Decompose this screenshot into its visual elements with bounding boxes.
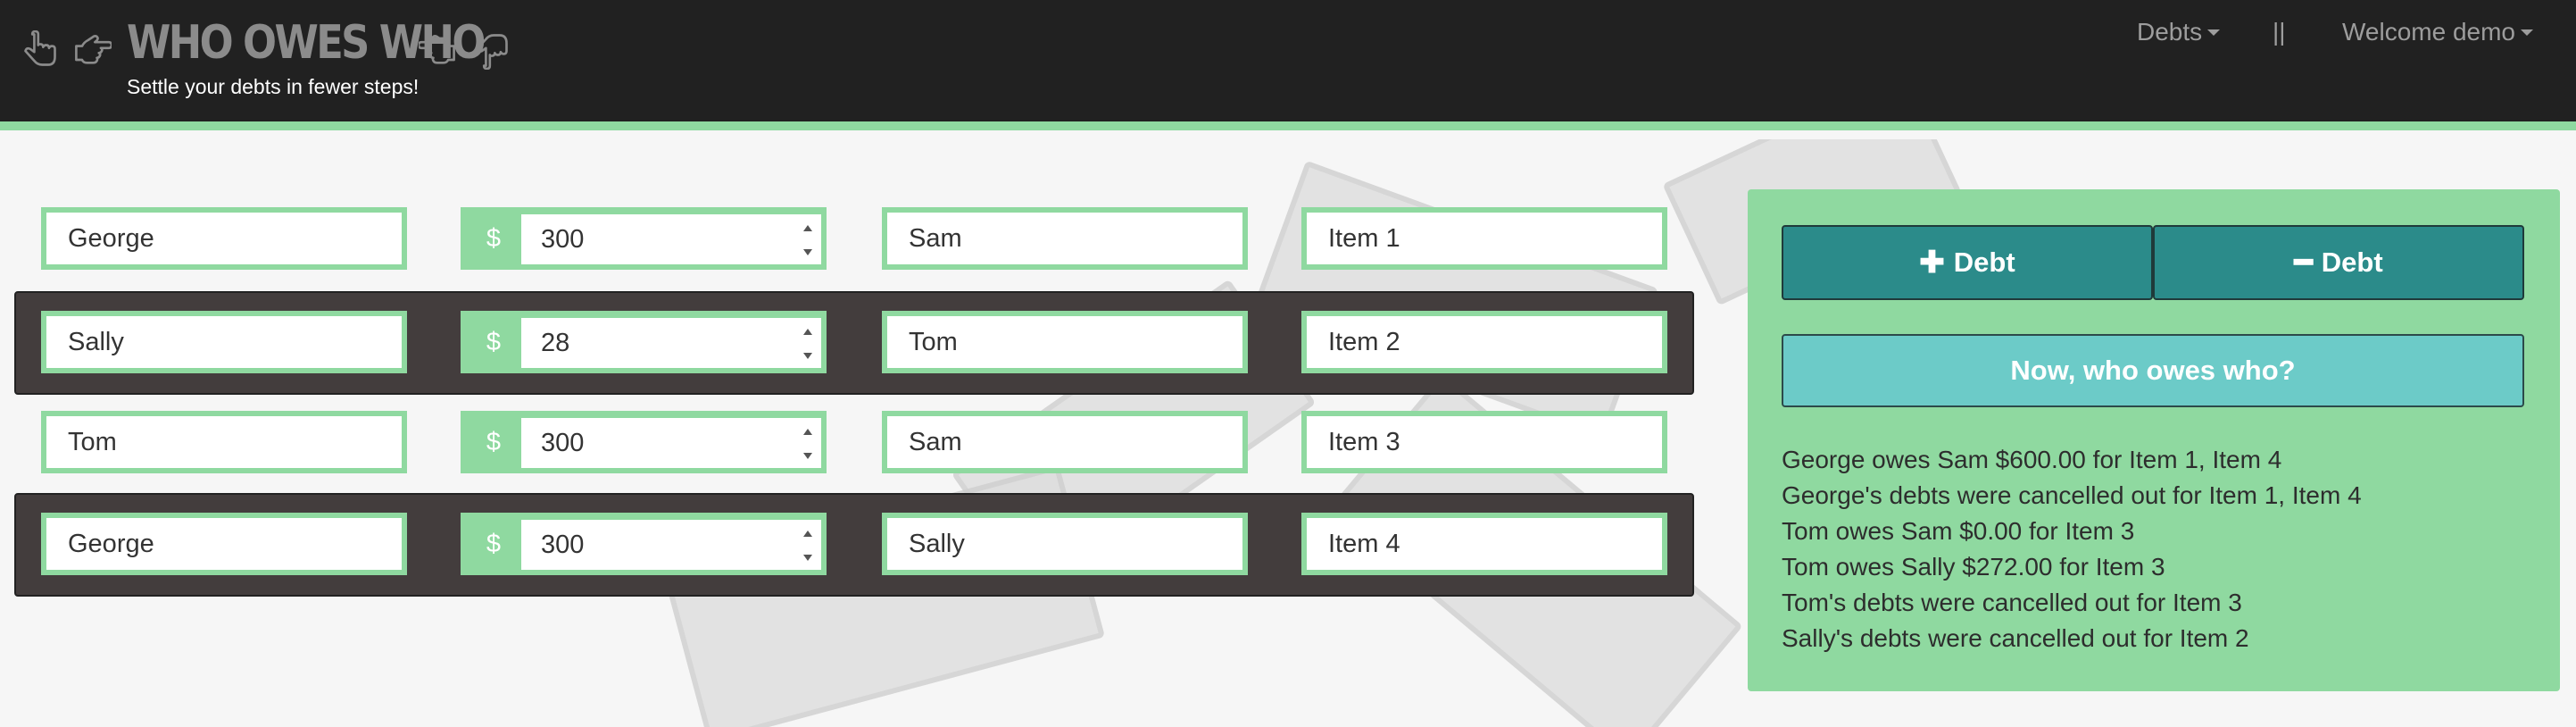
- add-debt-button[interactable]: ✚ Debt: [1782, 225, 2153, 300]
- hand-point-up-icon: [471, 29, 512, 71]
- chevron-down-icon: [2521, 29, 2534, 36]
- user-menu[interactable]: Welcome demo: [2342, 14, 2534, 50]
- creditor-input[interactable]: Sam: [882, 207, 1248, 270]
- amount-value: 300: [541, 530, 585, 559]
- amount-input-group: $ 300: [461, 513, 827, 575]
- creditor-input[interactable]: Tom: [882, 311, 1248, 373]
- result-line: George owes Sam $600.00 for Item 1, Item…: [1782, 446, 2282, 473]
- results-list: George owes Sam $600.00 for Item 1, Item…: [1782, 442, 2362, 656]
- creditor-input[interactable]: Sam: [882, 411, 1248, 473]
- currency-addon: $: [486, 529, 502, 558]
- item-input[interactable]: Item 3: [1301, 411, 1667, 473]
- chevron-down-icon: [2207, 29, 2221, 36]
- currency-addon: $: [486, 427, 502, 456]
- amount-value: 300: [541, 428, 585, 457]
- hand-point-down-icon: [20, 29, 61, 71]
- debts-menu-label: Debts: [2137, 18, 2203, 46]
- debts-menu[interactable]: Debts: [2137, 14, 2221, 50]
- amount-input-group: $ 300: [461, 411, 827, 473]
- hand-point-right-icon: [71, 29, 112, 71]
- number-spinner[interactable]: [802, 225, 814, 255]
- remove-debt-button[interactable]: ━ Debt: [2153, 225, 2524, 300]
- item-input[interactable]: Item 2: [1301, 311, 1667, 373]
- who-owes-who-button[interactable]: Now, who owes who?: [1782, 334, 2524, 407]
- debt-row: George $ 300 Sally Item 4: [14, 493, 1694, 597]
- plus-icon: ✚: [1919, 246, 1945, 280]
- add-debt-label: Debt: [1953, 247, 2015, 278]
- number-spinner[interactable]: [802, 531, 814, 561]
- nav-divider: ||: [2273, 18, 2286, 46]
- amount-value: 300: [541, 224, 585, 254]
- number-spinner[interactable]: [802, 429, 814, 459]
- amount-input-group: $ 28: [461, 311, 827, 373]
- result-line: Tom's debts were cancelled out for Item …: [1782, 589, 2242, 616]
- debt-row: Tom $ 300 Sam Item 3: [14, 393, 1694, 497]
- amount-input-group: $ 300: [461, 207, 827, 270]
- brand-subtitle: Settle your debts in fewer steps!: [127, 75, 420, 98]
- item-input[interactable]: Item 4: [1301, 513, 1667, 575]
- currency-addon: $: [486, 327, 502, 356]
- debtor-input[interactable]: Tom: [41, 411, 407, 473]
- result-line: Sally's debts were cancelled out for Ite…: [1782, 624, 2249, 652]
- remove-debt-label: Debt: [2321, 247, 2383, 278]
- user-menu-label: Welcome demo: [2342, 18, 2516, 46]
- creditor-input[interactable]: Sally: [882, 513, 1248, 575]
- debt-row: George $ 300 Sam Item 1: [14, 189, 1694, 293]
- number-spinner[interactable]: [802, 329, 814, 359]
- debtor-input[interactable]: Sally: [41, 311, 407, 373]
- amount-input[interactable]: 300: [521, 418, 821, 468]
- minus-icon: ━: [2294, 246, 2313, 280]
- amount-input[interactable]: 300: [521, 214, 821, 264]
- result-line: George's debts were cancelled out for It…: [1782, 481, 2362, 509]
- navbar: WHO OWES WHO Settle your debts in fewer …: [0, 0, 2576, 130]
- amount-value: 28: [541, 328, 570, 357]
- amount-input[interactable]: 28: [521, 318, 821, 368]
- amount-input[interactable]: 300: [521, 520, 821, 570]
- currency-addon: $: [486, 223, 502, 253]
- debtor-input[interactable]: George: [41, 207, 407, 270]
- settle-panel: ✚ Debt ━ Debt Now, who owes who? George …: [1748, 189, 2560, 691]
- result-line: Tom owes Sally $272.00 for Item 3: [1782, 553, 2165, 581]
- hand-point-left-icon: [418, 29, 459, 71]
- debt-row: Sally $ 28 Tom Item 2: [14, 291, 1694, 395]
- result-line: Tom owes Sam $0.00 for Item 3: [1782, 517, 2135, 545]
- item-input[interactable]: Item 1: [1301, 207, 1667, 270]
- debtor-input[interactable]: George: [41, 513, 407, 575]
